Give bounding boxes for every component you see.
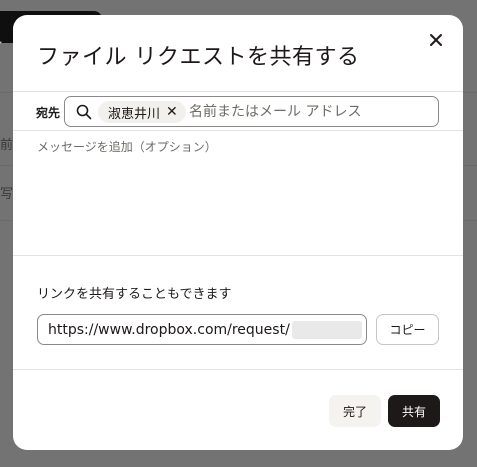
message-divider <box>13 255 463 256</box>
redacted-link-id <box>291 320 362 339</box>
share-file-request-dialog: ファイル リクエストを共有する 宛先 淑恵井川 ✕ リンクを共有することもできま… <box>13 15 463 450</box>
recipient-divider <box>13 130 463 131</box>
recipient-input[interactable] <box>189 100 429 124</box>
close-icon <box>430 34 442 46</box>
share-link-label: リンクを共有することもできます <box>37 287 232 302</box>
recipient-chip-label: 淑恵井川 <box>108 106 161 122</box>
search-icon <box>76 104 92 120</box>
footer-divider <box>13 369 463 370</box>
header-divider <box>13 91 463 92</box>
dialog-title: ファイル リクエストを共有する <box>37 45 360 70</box>
message-input[interactable] <box>37 138 442 248</box>
done-button[interactable]: 完了 <box>329 395 381 427</box>
copy-link-button[interactable]: コピー <box>376 314 439 345</box>
recipient-chip[interactable]: 淑恵井川 ✕ <box>98 101 186 123</box>
share-link-field[interactable]: https://www.dropbox.com/request/ <box>37 314 367 345</box>
to-label: 宛先 <box>36 106 61 120</box>
recipient-field[interactable]: 淑恵井川 ✕ <box>64 96 439 127</box>
background-row-text: 前 <box>0 138 14 153</box>
share-button[interactable]: 共有 <box>388 395 440 427</box>
share-link-url: https://www.dropbox.com/request/ <box>48 321 290 338</box>
close-button[interactable] <box>423 27 449 53</box>
background-button-label: し <box>0 29 3 48</box>
remove-recipient-icon[interactable]: ✕ <box>166 105 178 119</box>
